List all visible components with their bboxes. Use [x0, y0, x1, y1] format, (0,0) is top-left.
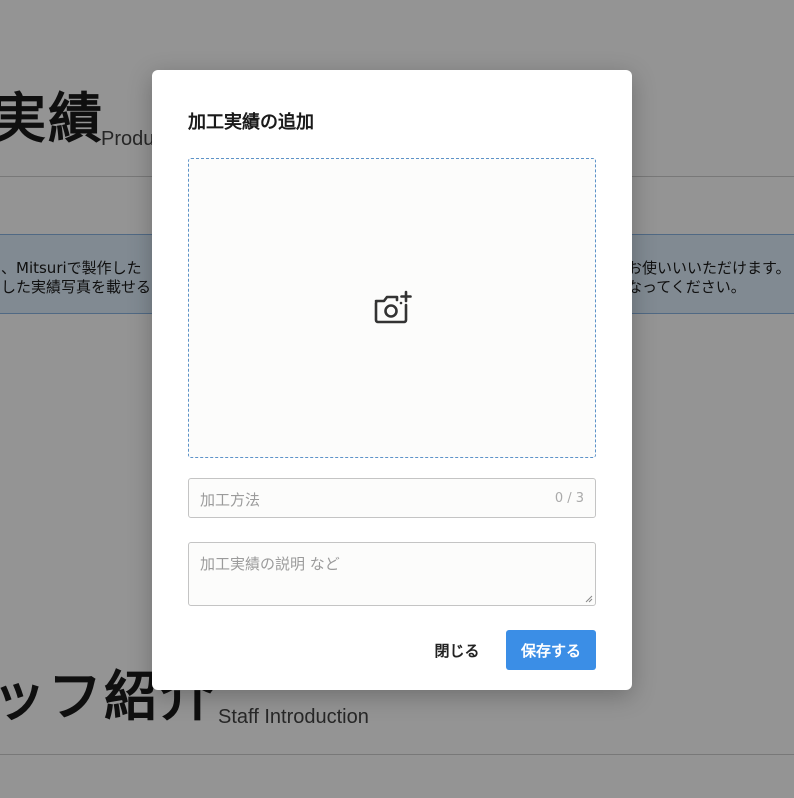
- description-textarea[interactable]: 加工実績の説明 など: [188, 542, 596, 606]
- character-counter: 0 / 3: [554, 491, 584, 506]
- add-photo-camera-icon: [374, 290, 412, 324]
- processing-method-placeholder: 加工方法: [200, 491, 261, 509]
- processing-method-input[interactable]: 加工方法 0 / 3: [188, 478, 596, 518]
- resize-handle-icon[interactable]: [585, 595, 593, 603]
- add-work-modal: 加工実績の追加 加工方法 0 / 3 加工実績の説明 など 閉じる 保存する: [152, 70, 632, 690]
- close-button[interactable]: 閉じる: [422, 630, 492, 670]
- save-button[interactable]: 保存する: [506, 630, 596, 670]
- description-placeholder: 加工実績の説明 など: [200, 555, 340, 573]
- photo-upload-dropzone[interactable]: [188, 158, 596, 458]
- modal-title: 加工実績の追加: [188, 112, 314, 133]
